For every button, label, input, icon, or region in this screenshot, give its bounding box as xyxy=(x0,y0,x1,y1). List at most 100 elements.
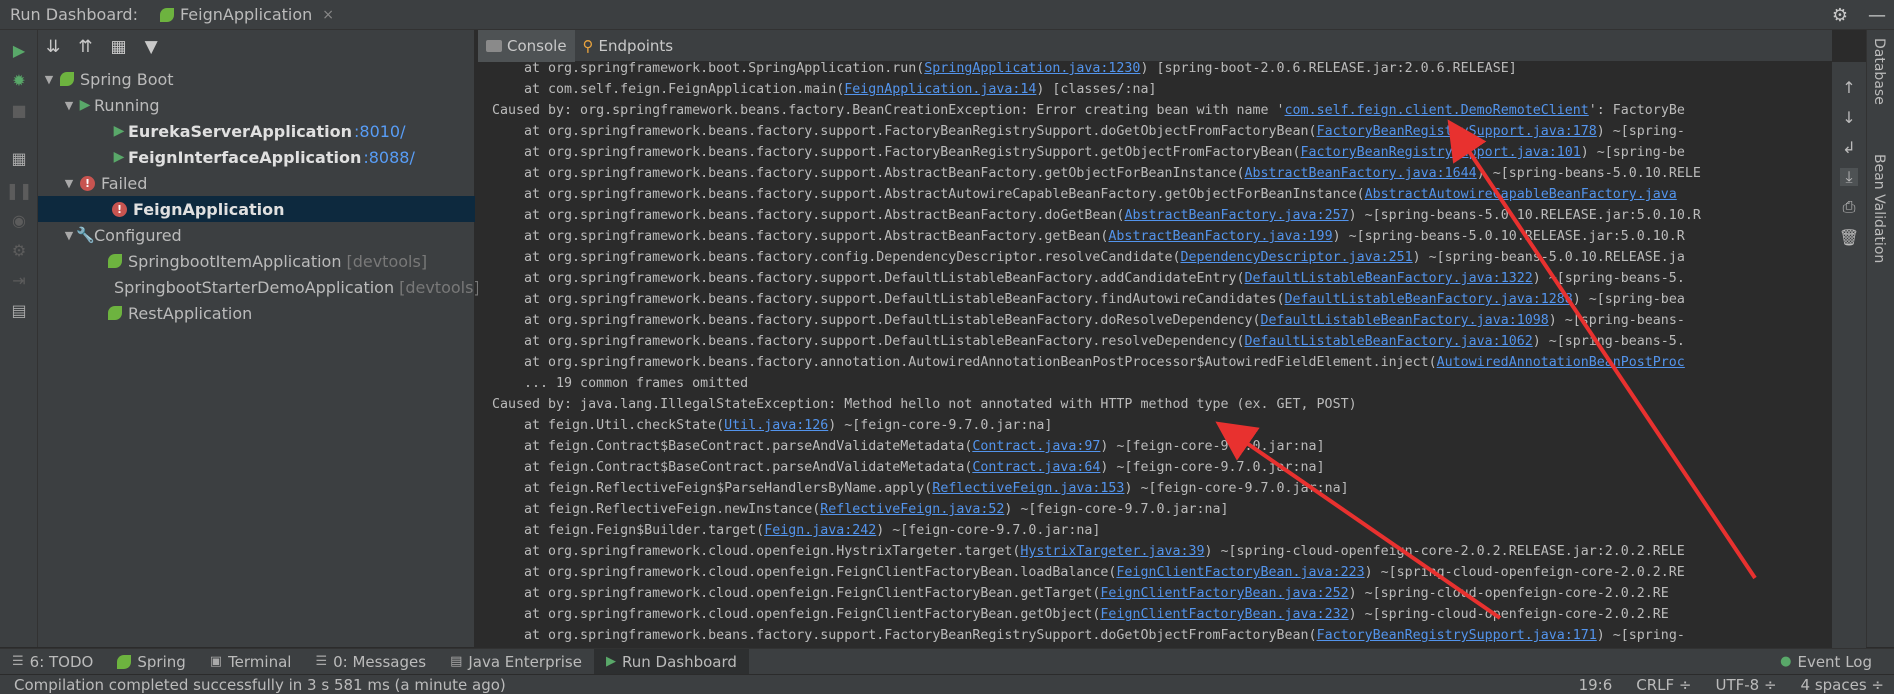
group-by-icon[interactable]: ▦ xyxy=(111,37,127,57)
line-separator[interactable]: CRLF ÷ xyxy=(1636,676,1691,694)
console-text: ': FactoryBe xyxy=(1588,103,1685,118)
close-icon[interactable]: × xyxy=(322,7,334,23)
spring-tab[interactable]: Spring xyxy=(105,649,197,675)
scroll-to-end-icon[interactable]: ⤓ xyxy=(1840,167,1858,186)
console-output[interactable]: at org.springframework.boot.SpringApplic… xyxy=(478,62,1832,648)
source-link[interactable]: DefaultListableBeanFactory.java:1098 xyxy=(1261,313,1549,328)
camera-icon[interactable]: ◉ xyxy=(9,210,29,230)
source-link[interactable]: DefaultListableBeanFactory.java:1062 xyxy=(1245,334,1533,349)
source-link[interactable]: FactoryBeanRegistrySupport.java:178 xyxy=(1317,124,1597,139)
exit-icon[interactable]: ⇥ xyxy=(9,270,29,290)
console-line: at org.springframework.boot.SpringApplic… xyxy=(492,62,1517,79)
file-encoding[interactable]: UTF-8 ÷ xyxy=(1715,676,1776,694)
expand-all-icon[interactable]: ⇊ xyxy=(46,37,60,57)
todo-tab[interactable]: ☰ 6: TODO xyxy=(0,649,105,675)
source-link[interactable]: ReflectiveFeign.java:52 xyxy=(820,502,1004,517)
source-link[interactable]: DependencyDescriptor.java:251 xyxy=(1180,250,1412,265)
console-text: ) ~[spring-beans-5.0.10.RELEASE.ja xyxy=(1412,250,1685,265)
app-name: SpringbootStarterDemoApplication xyxy=(114,277,395,297)
source-link[interactable]: FeignClientFactoryBean.java:232 xyxy=(1100,607,1348,622)
tree-item-springboot-starter[interactable]: SpringbootStarterDemoApplication [devtoo… xyxy=(38,274,480,300)
chevron-down-icon[interactable]: ▼ xyxy=(42,73,56,86)
console-line: at org.springframework.beans.factory.sup… xyxy=(492,163,1701,184)
console-text: ) ~[spring-beans-5.0.10.RELE xyxy=(1476,166,1701,181)
port-link[interactable]: :8010/ xyxy=(354,122,406,141)
collapse-all-icon[interactable]: ⇈ xyxy=(78,37,92,57)
source-link[interactable]: Contract.java:64 xyxy=(972,460,1100,475)
app-name: SpringbootItemApplication xyxy=(128,251,342,271)
source-link[interactable]: DefaultListableBeanFactory.java:1322 xyxy=(1245,271,1533,286)
pause-icon[interactable]: ❚❚ xyxy=(6,180,33,200)
java-enterprise-tab[interactable]: ▤ Java Enterprise xyxy=(438,649,594,675)
filter-icon[interactable]: ▼ xyxy=(145,37,158,57)
spring-leaf-icon xyxy=(159,7,174,22)
tab-feign-application[interactable]: FeignApplication × xyxy=(159,5,334,24)
print-icon[interactable]: ⎙ xyxy=(1840,197,1858,216)
source-link[interactable]: AutowiredAnnotationBeanPostProc xyxy=(1437,355,1685,370)
source-link[interactable]: SpringApplication.java:1230 xyxy=(924,62,1140,76)
source-link[interactable]: FeignClientFactoryBean.java:252 xyxy=(1100,586,1348,601)
console-text: ) ~[spring- xyxy=(1596,124,1685,139)
status-message: Compilation completed successfully in 3 … xyxy=(14,675,506,694)
chevron-down-icon[interactable]: ▼ xyxy=(62,99,76,112)
indent-setting[interactable]: 4 spaces ÷ xyxy=(1801,676,1884,694)
messages-tab[interactable]: ☰ 0: Messages xyxy=(303,649,438,675)
source-link[interactable]: FactoryBeanRegistrySupport.java:171 xyxy=(1317,628,1597,643)
source-link[interactable]: AbstractBeanFactory.java:257 xyxy=(1124,208,1348,223)
source-link[interactable]: FeignClientFactoryBean.java:223 xyxy=(1116,565,1364,580)
source-link[interactable]: com.self.feign.client.DemoRemoteClient xyxy=(1285,103,1589,118)
settings-icon[interactable]: ⚙ xyxy=(9,240,29,260)
source-link[interactable]: Contract.java:97 xyxy=(972,439,1100,454)
database-tab[interactable]: Database xyxy=(1871,38,1887,105)
minimize-icon[interactable]: — xyxy=(1868,5,1886,26)
source-link[interactable]: Util.java:126 xyxy=(724,418,828,433)
tree-node-configured[interactable]: ▼ 🔧 Configured xyxy=(38,222,475,248)
tree-item-eureka[interactable]: ▶ EurekaServerApplication :8010/ xyxy=(38,118,475,144)
gear-icon[interactable]: ⚙ xyxy=(1832,5,1848,26)
tree-node-running[interactable]: ▼ ▶ Running xyxy=(38,92,475,118)
play-icon: ▶ xyxy=(113,123,125,139)
tree-item-feign-interface[interactable]: ▶ FeignInterfaceApplication :8088/ xyxy=(38,144,475,170)
source-link[interactable]: Feign.java:242 xyxy=(764,523,876,538)
event-log-tab[interactable]: ● Event Log xyxy=(1768,649,1884,675)
tree-node-failed[interactable]: ▼ ! Failed xyxy=(38,170,475,196)
tree-node-spring-boot[interactable]: ▼ Spring Boot xyxy=(38,66,475,92)
console-text: at feign.Util.checkState( xyxy=(492,418,725,433)
tree-item-feign-application[interactable]: ! FeignApplication xyxy=(38,196,475,222)
chevron-down-icon[interactable]: ▼ xyxy=(62,229,76,242)
grid-icon[interactable]: ▤ xyxy=(9,300,29,320)
terminal-tab[interactable]: ▣ Terminal xyxy=(198,649,304,675)
run-dashboard-tab[interactable]: ▶ Run Dashboard xyxy=(593,648,749,675)
devtools-tag: [devtools] xyxy=(399,277,480,297)
down-arrow-icon[interactable]: ↓ xyxy=(1840,108,1858,127)
source-link[interactable]: FeignApplication.java:14 xyxy=(844,82,1036,97)
source-link[interactable]: FactoryBeanRegistrySupport.java:101 xyxy=(1301,145,1581,160)
right-tool-stripe: Database Bean Validation xyxy=(1866,30,1894,647)
tab-console[interactable]: Console xyxy=(478,29,575,62)
source-link[interactable]: AbstractBeanFactory.java:199 xyxy=(1108,229,1332,244)
source-link[interactable]: ReflectiveFeign.java:153 xyxy=(932,481,1124,496)
layout-icon[interactable]: ▦ xyxy=(9,148,29,168)
stop-icon[interactable]: ■ xyxy=(9,100,29,120)
source-link[interactable]: DefaultListableBeanFactory.java:1288 xyxy=(1285,292,1573,307)
console-text: at org.springframework.beans.factory.sup… xyxy=(492,313,1261,328)
source-link[interactable]: HystrixTargeter.java:39 xyxy=(1020,544,1204,559)
console-line: at feign.Contract$BaseContract.parseAndV… xyxy=(492,457,1325,478)
tree-item-springboot-item[interactable]: SpringbootItemApplication [devtools] xyxy=(38,248,475,274)
debug-icon[interactable]: ✹ xyxy=(9,70,29,90)
console-text: at org.springframework.beans.factory.sup… xyxy=(492,208,1125,223)
soft-wrap-icon[interactable]: ↲ xyxy=(1840,138,1858,157)
caret-position[interactable]: 19:6 xyxy=(1579,676,1613,694)
terminal-icon: ▣ xyxy=(209,654,223,669)
tree-item-rest[interactable]: RestApplication xyxy=(38,300,475,326)
port-link[interactable]: :8088/ xyxy=(363,148,415,167)
up-arrow-icon[interactable]: ↑ xyxy=(1840,78,1858,97)
tab-endpoints[interactable]: ⚲ Endpoints xyxy=(575,30,682,62)
chevron-down-icon[interactable]: ▼ xyxy=(62,177,76,190)
source-link[interactable]: AbstractBeanFactory.java:1644 xyxy=(1245,166,1477,181)
trash-icon[interactable]: 🗑 xyxy=(1839,228,1859,247)
run-icon[interactable]: ▶ xyxy=(9,40,29,60)
bean-validation-tab[interactable]: Bean Validation xyxy=(1871,154,1887,263)
console-text: ) ~[feign-core-9.7.0.jar:na] xyxy=(876,523,1101,538)
source-link[interactable]: AbstractAutowireCapableBeanFactory.java xyxy=(1365,187,1677,202)
